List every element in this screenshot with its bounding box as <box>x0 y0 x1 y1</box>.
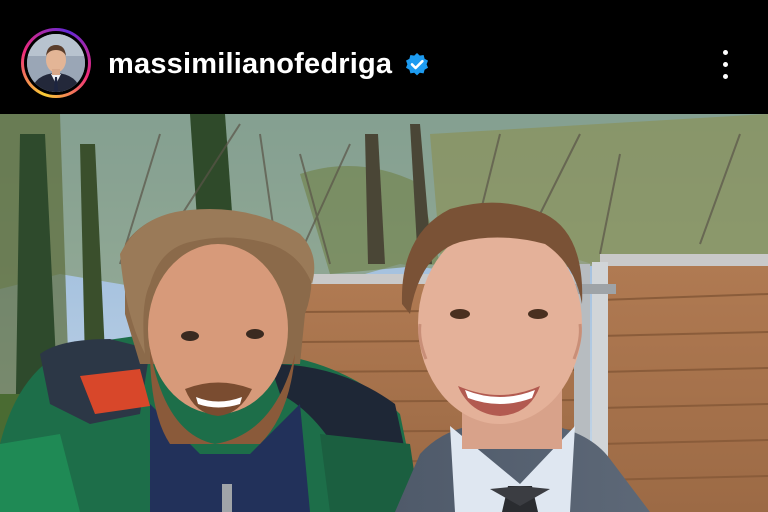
profile-avatar[interactable] <box>27 34 85 92</box>
story-ring[interactable] <box>21 28 91 98</box>
verified-badge-icon <box>404 52 430 78</box>
post-photo[interactable] <box>0 114 768 512</box>
more-options-icon[interactable] <box>710 44 740 84</box>
post-header: massimilianofedriga <box>0 0 768 114</box>
username[interactable]: massimilianofedriga <box>108 44 392 84</box>
